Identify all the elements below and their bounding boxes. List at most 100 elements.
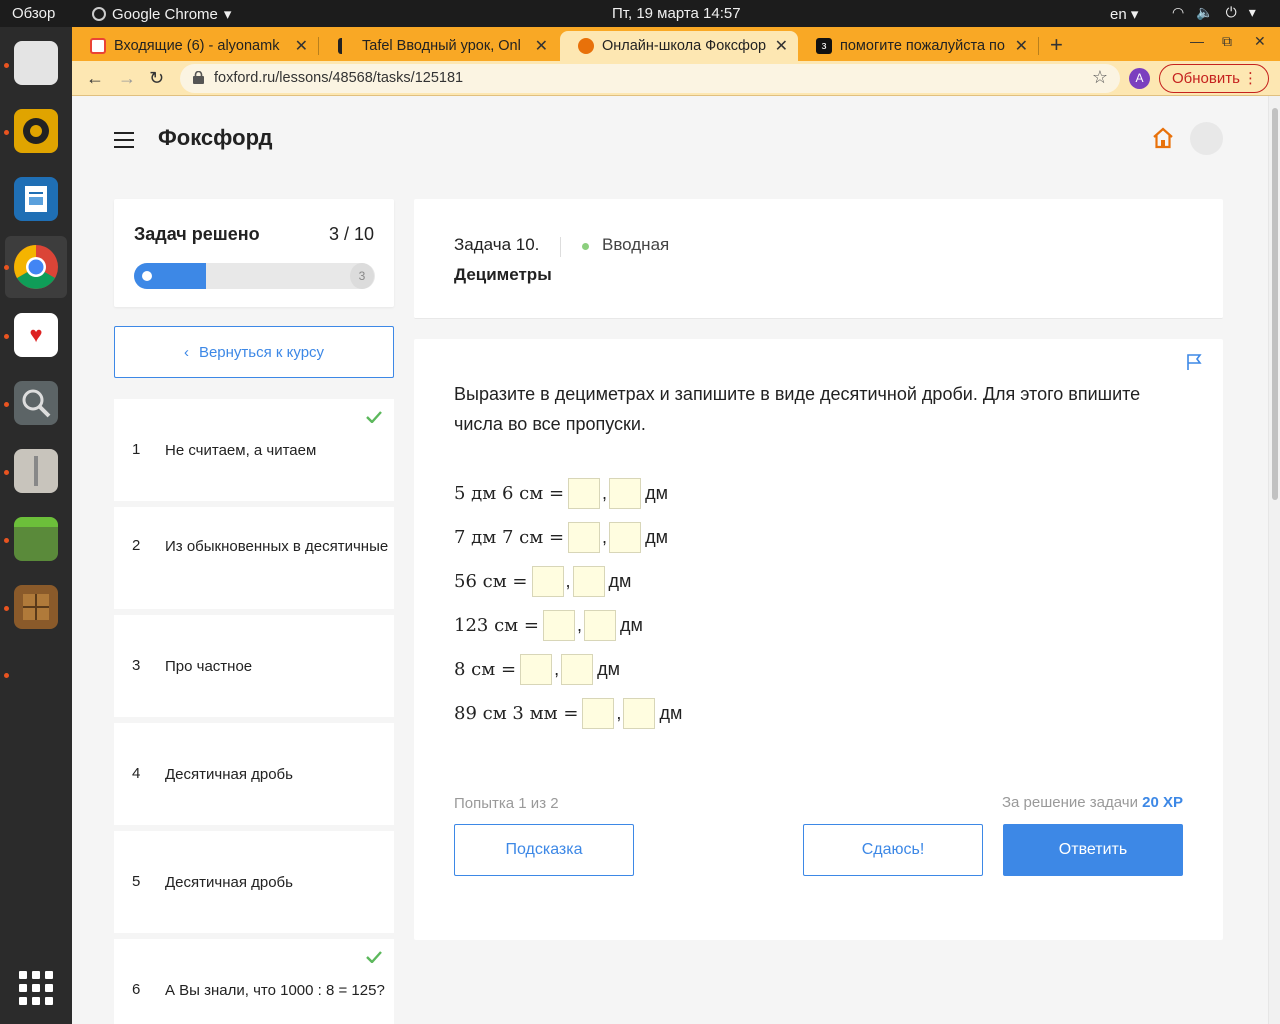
tafel-icon — [338, 38, 354, 54]
answer-input-fraction[interactable] — [623, 697, 656, 729]
task-list-item[interactable]: 4 Десятичная дробь — [114, 723, 394, 825]
answer-input-fraction[interactable] — [609, 521, 642, 553]
chrome-icon — [14, 245, 58, 289]
files-icon[interactable] — [14, 41, 58, 85]
answer-input-fraction[interactable] — [583, 609, 616, 641]
report-flag-icon[interactable] — [1185, 353, 1203, 371]
system-tray[interactable]: ◠ 🔈 ⏻ ▾ — [1172, 4, 1256, 21]
update-label: Обновить — [1172, 70, 1240, 87]
decimal-comma: , — [602, 482, 608, 503]
reward-xp: 20 XP — [1142, 794, 1183, 811]
znanija-icon: з — [816, 38, 832, 54]
running-indicator — [4, 470, 9, 475]
answer-input-fraction[interactable] — [609, 477, 642, 509]
show-applications-icon[interactable] — [19, 971, 53, 1005]
answer-input-fraction[interactable] — [572, 565, 605, 597]
update-button[interactable]: Обновить ⋮ — [1159, 64, 1269, 93]
image-viewer-icon[interactable] — [14, 381, 58, 425]
answer-input-whole[interactable] — [582, 697, 615, 729]
difficulty-dot — [582, 243, 589, 250]
close-icon[interactable]: ✕ — [295, 36, 308, 56]
chrome-dock-item[interactable] — [5, 236, 67, 298]
user-avatar[interactable] — [1190, 122, 1223, 155]
answer-input-whole[interactable] — [568, 521, 601, 553]
hint-label: Подсказка — [505, 841, 583, 858]
home-icon[interactable] — [1152, 127, 1174, 149]
close-icon[interactable]: ✕ — [1015, 36, 1028, 56]
running-indicator — [4, 265, 9, 270]
reward-info: За решение задачи 20 XP — [1002, 794, 1183, 811]
libreoffice-writer-icon[interactable] — [14, 177, 58, 221]
page-viewport: Фоксфорд Задач решено 3 / 10 3 ‹ Вернуть… — [72, 96, 1280, 1024]
profile-avatar[interactable]: A — [1129, 68, 1150, 89]
app-menu[interactable]: Google Chrome ▾ — [92, 5, 231, 23]
forward-arrow-icon[interactable]: → — [118, 68, 136, 89]
running-indicator — [4, 606, 9, 611]
back-to-course-label: Вернуться к курсу — [198, 343, 325, 361]
tab-separator — [1038, 37, 1039, 55]
maximize-icon[interactable]: ⧉ — [1222, 33, 1232, 50]
tab-tafel[interactable]: Tafel Вводный урок, Onl ✕ — [320, 31, 558, 61]
tab-znanija[interactable]: з помогите пожалуйста по ✕ — [798, 31, 1038, 61]
answer-button[interactable]: Ответить — [1003, 824, 1183, 876]
bookmark-star-icon[interactable]: ☆ — [1092, 67, 1108, 88]
equation-lhs: 5 дм 6 см = — [454, 482, 565, 504]
new-tab-icon[interactable]: + — [1050, 32, 1063, 58]
activities-button[interactable]: Обзор — [12, 5, 55, 22]
answer-input-whole[interactable] — [520, 653, 553, 685]
language-switcher[interactable]: en ▾ — [1110, 5, 1138, 23]
task-header: Задача 10. Вводная Дециметры — [414, 199, 1223, 319]
menu-icon[interactable] — [114, 132, 134, 148]
answer-input-whole[interactable] — [568, 477, 601, 509]
difficulty-label: Вводная — [602, 235, 670, 254]
task-list-item[interactable]: 6 А Вы знали, что 1000 : 8 = 125? — [114, 939, 394, 1024]
equation-unit: дм — [659, 702, 683, 723]
task-number: 3 — [132, 657, 141, 674]
archive-manager-icon[interactable] — [14, 449, 58, 493]
attempt-counter: Попытка 1 из 2 — [454, 795, 559, 812]
equation-row: 5 дм 6 см = , дм — [454, 477, 668, 509]
volume-icon: 🔈 — [1196, 4, 1214, 20]
chevron-down-icon: ▾ — [1130, 6, 1139, 23]
window-close-icon[interactable]: ✕ — [1254, 33, 1266, 50]
site-logo[interactable]: Фоксфорд — [158, 125, 272, 151]
answer-input-fraction[interactable] — [561, 653, 594, 685]
scrollbar-thumb[interactable] — [1272, 108, 1278, 500]
task-number: 2 — [132, 537, 141, 554]
tab-separator — [318, 37, 319, 55]
answer-label: Ответить — [1058, 841, 1128, 858]
tab-gmail[interactable]: Входящие (6) - alyonamk ✕ — [72, 31, 318, 61]
crafting-table-icon[interactable] — [14, 585, 58, 629]
task-name: Дециметры — [454, 265, 552, 284]
rhythmbox-icon[interactable] — [14, 109, 58, 153]
close-icon[interactable]: ✕ — [775, 36, 788, 56]
clock[interactable]: Пт, 19 марта 14:57 — [612, 5, 741, 22]
give-up-button[interactable]: Сдаюсь! — [803, 824, 983, 876]
task-list-item[interactable]: 5 Десятичная дробь — [114, 831, 394, 933]
equation-unit: дм — [619, 614, 643, 635]
minecraft-icon[interactable] — [14, 517, 58, 561]
back-to-course-button[interactable]: ‹ Вернуться к курсу — [114, 326, 394, 378]
running-indicator — [4, 63, 9, 68]
answer-input-whole[interactable] — [531, 565, 564, 597]
task-list-item[interactable]: 1 Не считаем, а читаем — [114, 399, 394, 501]
close-icon[interactable]: ✕ — [535, 36, 548, 56]
document-icon — [25, 186, 47, 212]
minimize-icon[interactable]: — — [1190, 33, 1204, 49]
answer-input-whole[interactable] — [542, 609, 575, 641]
speaker-icon — [23, 118, 49, 144]
tab-foxford[interactable]: Онлайн-школа Фоксфор ✕ — [560, 31, 798, 61]
page-scrollbar[interactable] — [1268, 96, 1280, 1024]
address-bar[interactable]: foxford.ru/lessons/48568/tasks/125181 ☆ — [180, 64, 1120, 93]
task-title: Из обыкновенных в десятичные — [165, 538, 389, 555]
chrome-window: Входящие (6) - alyonamk ✕ Tafel Вводный … — [72, 27, 1280, 1024]
back-arrow-icon[interactable]: ← — [86, 68, 104, 89]
reload-icon[interactable]: ↻ — [149, 68, 164, 89]
tab-title: помогите пожалуйста по — [840, 38, 1005, 54]
task-list-item[interactable]: 2 Из обыкновенных в десятичные — [114, 507, 394, 609]
running-indicator — [4, 402, 9, 407]
task-list-item[interactable]: 3 Про частное — [114, 615, 394, 717]
solitaire-icon[interactable]: ♥ — [14, 313, 58, 357]
language-label: en — [1110, 6, 1127, 23]
hint-button[interactable]: Подсказка — [454, 824, 634, 876]
